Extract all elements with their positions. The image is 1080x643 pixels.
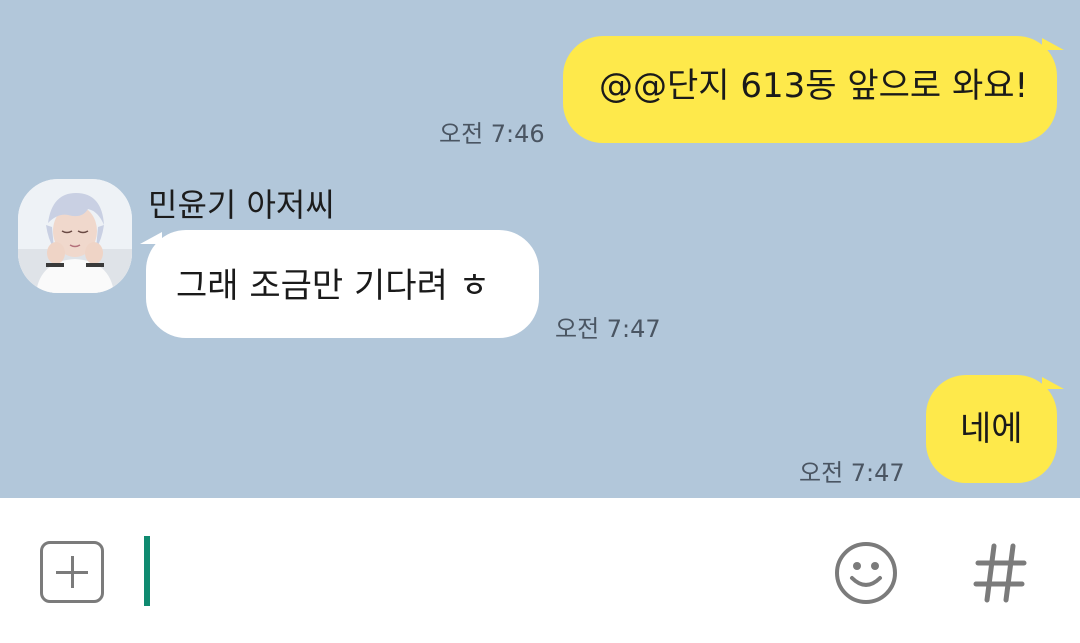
outgoing-message-bubble[interactable]: @@단지 613동 앞으로 와요! [563,36,1057,143]
attach-plus-icon[interactable] [40,541,104,603]
hash-icon[interactable] [970,540,1030,606]
message-input-field[interactable] [144,536,150,606]
incoming-message-bubble[interactable]: 그래 조금만 기다려 ㅎ [146,230,539,338]
avatar-image [18,179,132,293]
message-text: 네에 [960,409,1023,449]
message-timestamp: 오전 7:47 [799,459,905,487]
outgoing-message-bubble[interactable]: 네에 [926,375,1057,483]
smiley-icon[interactable] [833,540,899,606]
bubble-tail [1042,377,1064,389]
bubble-tail [140,232,162,244]
message-timestamp: 오전 7:47 [555,315,661,343]
avatar[interactable] [18,179,132,293]
chat-area[interactable]: 오전 7:46 @@단지 613동 앞으로 와요! 민윤기 아저씨 그래 조금만… [0,0,1080,498]
message-text: 그래 조금만 기다려 ㅎ [176,266,490,306]
message-timestamp: 오전 7:46 [439,120,545,148]
message-text: @@단지 613동 앞으로 와요! [599,66,1029,106]
message-input-bar [0,498,1080,643]
sender-name: 민윤기 아저씨 [148,186,335,224]
bubble-tail [1042,38,1064,50]
